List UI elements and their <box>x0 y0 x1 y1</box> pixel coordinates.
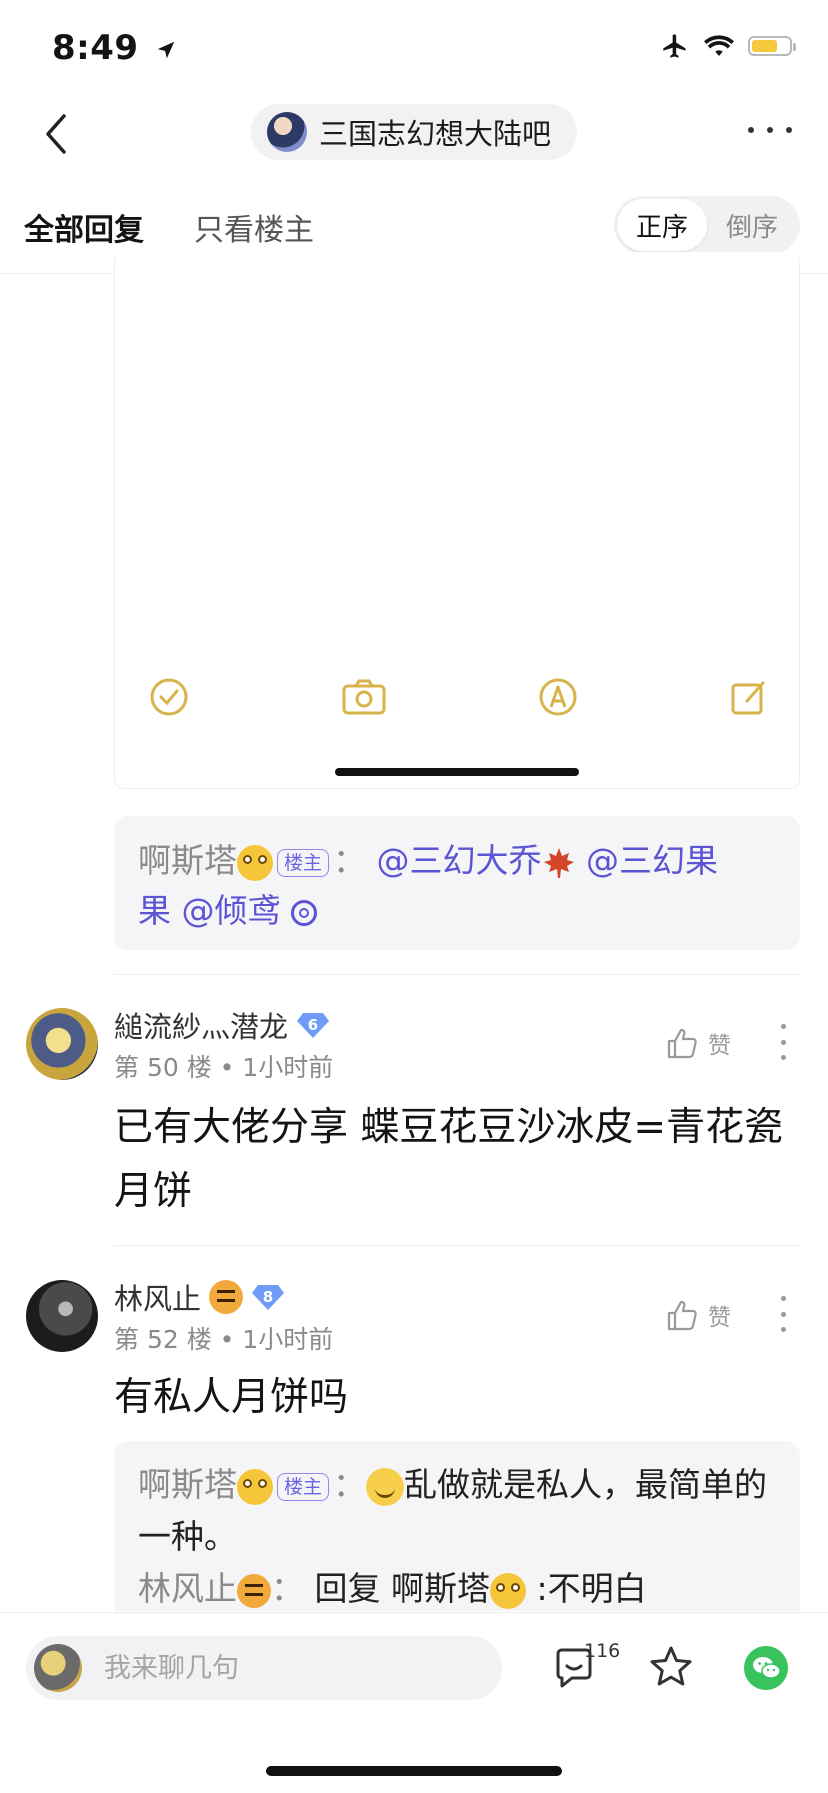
post-header: 縋流紗灬潜龙 6 第 50 楼 • 1小时前 <box>114 1004 333 1084</box>
post-image[interactable] <box>114 252 800 789</box>
comment-input-area[interactable] <box>26 1636 502 1700</box>
like-label: 赞 <box>708 1033 731 1059</box>
pen-circle-icon <box>539 678 577 716</box>
thumbs-up-icon <box>667 1300 697 1331</box>
forum-name: 三国志幻想大陆吧 <box>319 117 552 151</box>
avatar[interactable] <box>26 1280 98 1352</box>
post-divider <box>114 1245 800 1246</box>
thumbs-up-icon <box>667 1028 697 1059</box>
reply-text: :不明白 <box>536 1569 647 1608</box>
wechat-share-button[interactable] <box>744 1646 788 1690</box>
like-label: 赞 <box>708 1305 731 1331</box>
sub-replies[interactable]: 啊斯塔 楼主：乱做就是私人，最简单的一种。 林风止： 回复 啊斯塔 :不明白 <box>114 1441 800 1611</box>
wifi-icon <box>704 35 734 56</box>
level-badge: 8 <box>251 1283 285 1311</box>
back-button[interactable] <box>36 104 76 164</box>
status-icons <box>660 32 796 60</box>
my-avatar <box>34 1644 82 1692</box>
reply-author[interactable]: 啊斯塔 <box>138 1465 237 1504</box>
reply-author[interactable]: 林风止 <box>138 1569 237 1608</box>
post-time: 1小时前 <box>242 1053 334 1082</box>
tab-all-replies[interactable]: 全部回复 <box>24 205 144 249</box>
edit-icon <box>731 681 765 715</box>
mention-link-cont[interactable]: 果 <box>138 891 171 930</box>
tiger-face-icon <box>237 1573 271 1608</box>
quote-colon: ： <box>333 841 367 880</box>
status-time: 8:49 <box>52 28 177 68</box>
airplane-icon <box>663 34 686 58</box>
sort-toggle: 正序 倒序 <box>614 196 800 254</box>
post-meta: 第 52 楼 • 1小时前 <box>114 1325 334 1354</box>
battery-icon <box>748 36 796 56</box>
post-more-button[interactable] <box>779 1024 787 1060</box>
quote-author[interactable]: 啊斯塔 <box>138 841 237 880</box>
like-button[interactable]: 赞 <box>666 1298 731 1332</box>
reply-colon: ： <box>271 1569 304 1608</box>
post-content: 已有大佬分享 蝶豆花豆沙冰皮=青花瓷月饼 <box>114 1105 784 1214</box>
owner-badge: 楼主 <box>277 1472 330 1501</box>
forum-link[interactable]: 三国志幻想大陆吧 <box>251 104 577 160</box>
wechat-icon <box>753 1657 781 1679</box>
star-icon[interactable] <box>648 1644 694 1690</box>
post-header: 林风止 8 第 52 楼 • 1小时前 <box>114 1276 333 1356</box>
floor-number: 第 50 楼 <box>114 1053 212 1082</box>
owner-badge: 楼主 <box>277 848 330 877</box>
chevron-left-icon <box>46 114 66 154</box>
target-icon <box>291 899 317 926</box>
flushed-face-icon <box>490 1572 526 1609</box>
forum-avatar <box>267 112 307 152</box>
post-more-button[interactable] <box>779 1296 787 1332</box>
level-badge: 6 <box>296 1011 330 1039</box>
post-divider <box>114 974 800 975</box>
flushed-face-icon <box>237 1468 273 1505</box>
camera-icon <box>342 679 386 715</box>
maple-leaf-icon <box>543 847 574 878</box>
tiger-face-icon <box>209 1280 244 1314</box>
flushed-face-icon <box>237 844 273 881</box>
reply-colon: ： <box>333 1465 367 1504</box>
floor-number: 第 52 楼 <box>114 1325 212 1354</box>
sub-reply[interactable]: 啊斯塔 楼主：乱做就是私人，最简单的一种。 <box>138 1459 776 1563</box>
comment-count: 116 <box>584 1640 621 1662</box>
post-time: 1小时前 <box>242 1325 334 1354</box>
reply-prefix: 回复 啊斯塔 <box>314 1569 491 1608</box>
location-arrow-icon <box>157 41 175 58</box>
home-indicator <box>266 1766 562 1776</box>
post <box>26 1280 98 1352</box>
comment-input[interactable] <box>102 1651 426 1685</box>
sort-desc-button[interactable]: 倒序 <box>707 199 797 251</box>
mention-link[interactable]: @倾鸢 <box>182 891 281 930</box>
smile-icon <box>366 1467 405 1506</box>
username[interactable]: 縋流紗灬潜龙 <box>114 1004 288 1046</box>
sort-asc-button[interactable]: 正序 <box>617 199 707 251</box>
image-home-indicator <box>335 768 579 776</box>
more-options-button[interactable] <box>748 110 792 150</box>
sub-reply[interactable]: 林风止 ： 回复 啊斯塔 :不明白 <box>138 1563 776 1611</box>
check-circle-icon <box>150 678 188 716</box>
avatar[interactable] <box>26 1008 98 1080</box>
username[interactable]: 林风止 <box>114 1276 201 1318</box>
mention-link[interactable]: @三幻果 <box>586 841 718 880</box>
post <box>26 1008 98 1080</box>
mention-link[interactable]: @三幻大乔 <box>377 841 542 880</box>
post-meta: 第 50 楼 • 1小时前 <box>114 1053 334 1082</box>
like-button[interactable]: 赞 <box>666 1026 731 1060</box>
post-content: 有私人月饼吗 <box>114 1375 349 1420</box>
reply-quote[interactable]: 啊斯塔 楼主： @三幻大乔 @三幻果果 @倾鸢 <box>114 816 800 950</box>
tab-owner-only[interactable]: 只看楼主 <box>194 205 314 249</box>
